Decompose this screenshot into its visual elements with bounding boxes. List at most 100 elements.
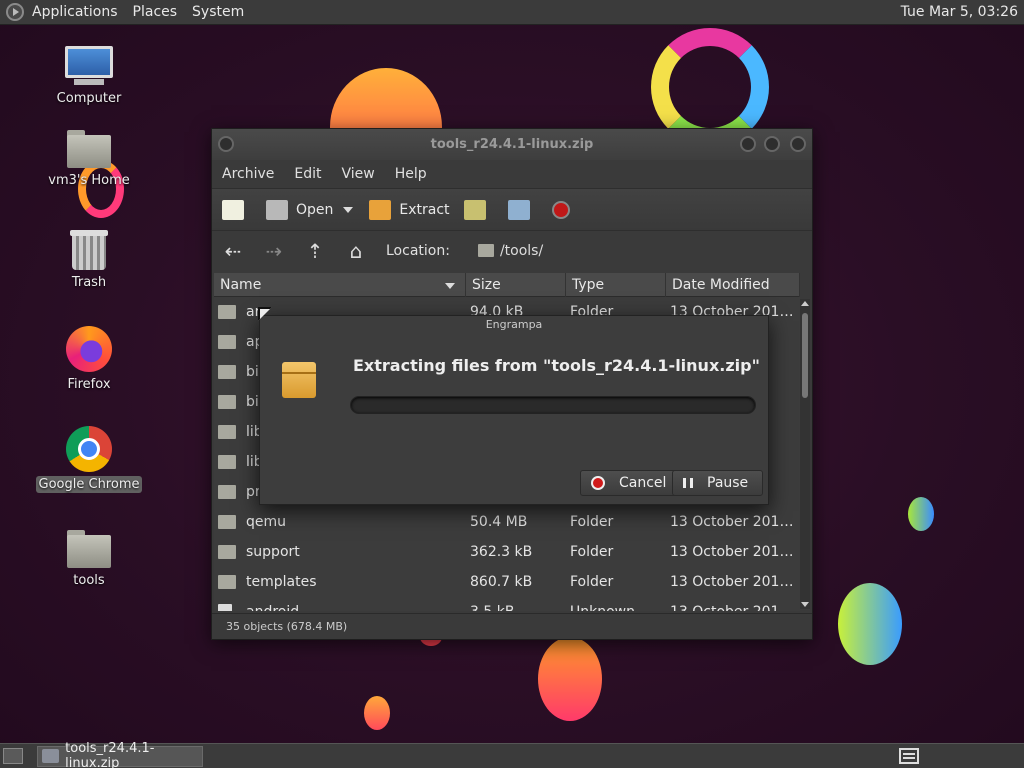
desktop-icon-label: Trash	[71, 275, 107, 290]
window-title: tools_r24.4.1-linux.zip	[430, 137, 594, 152]
mate-logo-icon[interactable]	[6, 3, 24, 21]
folder-icon	[67, 530, 111, 568]
menu-places[interactable]: Places	[133, 4, 178, 20]
row-size: 362.3 kB	[470, 544, 533, 560]
maximize-icon[interactable]	[764, 136, 780, 152]
close-icon[interactable]	[790, 136, 806, 152]
folder-icon	[218, 515, 236, 529]
panel-clock[interactable]: Tue Mar 5, 03:26	[901, 4, 1018, 20]
cancel-button[interactable]: Cancel	[580, 470, 682, 496]
trash-icon	[70, 230, 108, 270]
extract-dialog: Engrampa Extracting files from "tools_r2…	[259, 315, 769, 505]
scroll-up-icon[interactable]	[801, 301, 809, 306]
row-size: 860.7 kB	[470, 574, 533, 590]
folder-icon	[218, 455, 236, 469]
back-icon[interactable]: ⇠	[222, 241, 244, 261]
open-label: Open	[296, 201, 334, 218]
row-date: 13 October 2015, 1...	[670, 514, 800, 530]
home-folder-icon	[67, 130, 111, 168]
row-size: 3.5 kB	[466, 604, 566, 611]
row-type: Folder	[570, 574, 614, 590]
bottom-panel: tools_r24.4.1-linux.zip	[0, 741, 1024, 768]
folder-icon	[218, 335, 236, 349]
desktop-icon-tools[interactable]: tools	[34, 530, 144, 589]
menu-edit[interactable]: Edit	[294, 166, 321, 182]
new-archive-button[interactable]	[222, 199, 252, 220]
menu-applications[interactable]: Applications	[32, 4, 118, 20]
desktop-icon-computer[interactable]: Computer	[34, 46, 144, 107]
column-type[interactable]: Type	[566, 273, 666, 297]
wallpaper-blob	[838, 583, 902, 665]
status-bar: 35 objects (678.4 MB)	[212, 613, 812, 639]
window-menu-icon[interactable]	[218, 136, 234, 152]
row-type: Folder	[570, 514, 614, 530]
forward-icon[interactable]: ⇢	[263, 241, 285, 261]
desktop-icon-chrome[interactable]: Google Chrome	[34, 426, 144, 493]
taskbar-window-button[interactable]: tools_r24.4.1-linux.zip	[37, 741, 203, 768]
row-type: Folder	[570, 544, 614, 560]
up-icon[interactable]: ⇡	[304, 241, 326, 261]
folder-icon	[218, 575, 236, 589]
folder-icon	[218, 425, 236, 439]
folder-icon	[218, 545, 236, 559]
sort-arrow-icon	[445, 282, 455, 289]
folder-icon	[218, 485, 236, 499]
location-path[interactable]: /tools/	[500, 243, 543, 259]
scroll-thumb[interactable]	[802, 313, 808, 398]
location-label: Location:	[386, 242, 450, 259]
desktop-icon-home[interactable]: vm3's Home	[34, 130, 144, 189]
desktop-icon-firefox[interactable]: Firefox	[34, 326, 144, 393]
show-desktop-icon[interactable]	[3, 748, 23, 764]
extract-progress-bar	[350, 396, 756, 414]
minimize-icon[interactable]	[740, 136, 756, 152]
toolbar: Open Extract	[212, 188, 812, 230]
desktop-icon-label: vm3's Home	[48, 173, 130, 188]
firefox-icon	[66, 326, 112, 372]
menu-system[interactable]: System	[192, 4, 244, 20]
open-icon	[266, 199, 288, 220]
row-date: 13 October 2015, 1...	[666, 604, 800, 611]
table-row[interactable]: android3.5 kBUnknown13 October 2015, 1..…	[214, 597, 800, 611]
table-row[interactable]: templates 860.7 kB Folder 13 October 2015, …	[214, 567, 800, 597]
add-folder-button[interactable]	[507, 199, 538, 220]
extract-icon	[369, 199, 392, 220]
package-icon	[282, 362, 316, 398]
row-date: 13 October 2015, 1...	[670, 544, 800, 560]
scroll-down-icon[interactable]	[801, 602, 809, 607]
menu-archive[interactable]: Archive	[222, 166, 274, 182]
pause-button[interactable]: Pause	[672, 470, 764, 496]
desktop-icon-trash[interactable]: Trash	[34, 230, 144, 291]
row-name: android	[214, 604, 466, 611]
stop-button[interactable]	[551, 200, 578, 219]
open-button[interactable]: Open	[266, 199, 334, 220]
home-icon[interactable]: ⌂	[345, 241, 367, 261]
menu-view[interactable]: View	[342, 166, 375, 182]
computer-icon	[65, 46, 113, 86]
file-icon	[218, 604, 232, 611]
table-row[interactable]: support362.3 kB Folder 13 October 2015, 1.…	[214, 537, 800, 567]
row-name: templates	[214, 574, 466, 590]
row-type: Unknown	[566, 604, 666, 611]
dialog-title: Engrampa	[485, 318, 543, 331]
folder-icon	[477, 244, 494, 257]
add-files-button[interactable]	[463, 199, 494, 220]
column-date[interactable]: Date Modified	[666, 273, 800, 297]
column-size[interactable]: Size	[466, 273, 566, 297]
workspace-switcher-icon[interactable]	[899, 748, 919, 764]
location-bar: ⇠ ⇢ ⇡ ⌂ Location: /tools/	[212, 230, 812, 270]
scrollbar[interactable]	[800, 299, 810, 609]
window-titlebar[interactable]: tools_r24.4.1-linux.zip	[212, 129, 812, 160]
add-folder-icon	[507, 199, 530, 220]
folder-icon	[218, 305, 236, 319]
table-row[interactable]: qemu50.4 MB Folder 13 October 2015, 1...	[214, 507, 800, 537]
menu-help[interactable]: Help	[395, 166, 427, 182]
pause-icon	[683, 478, 693, 488]
column-name[interactable]: Name	[214, 273, 466, 297]
wallpaper-blob	[364, 696, 390, 730]
open-dropdown-icon[interactable]	[343, 206, 354, 213]
extract-button[interactable]: Extract	[369, 199, 450, 220]
row-name: qemu	[214, 514, 466, 530]
top-panel: Applications Places System Tue Mar 5, 03…	[0, 0, 1024, 25]
pause-label: Pause	[707, 475, 749, 491]
archive-manager-icon	[42, 749, 60, 763]
